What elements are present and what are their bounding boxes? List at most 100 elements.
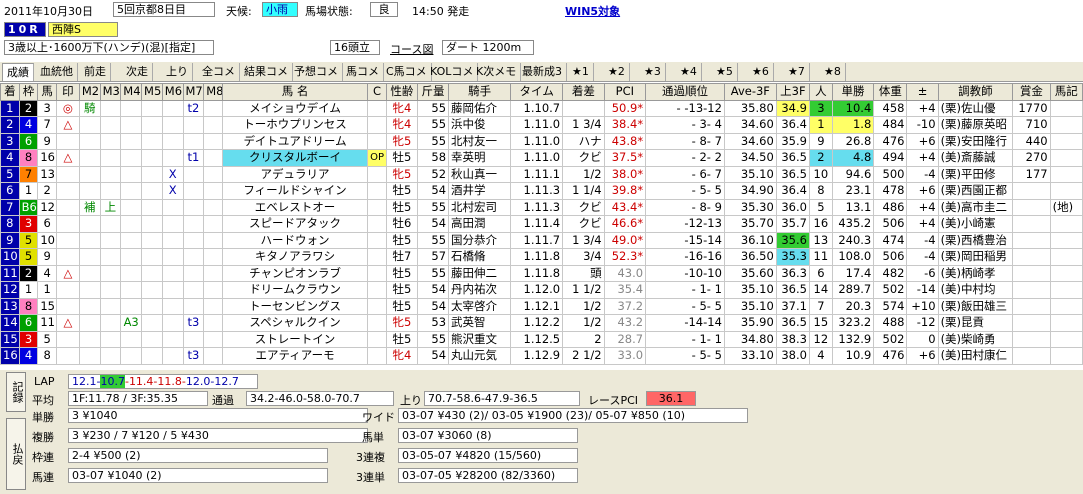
table-row[interactable]: 15 3 5 ストレートイン 牡5 55 熊沢重文 1.12.5 2 28.7- 1- 1 34.8… — [0, 330, 1083, 348]
tab-14[interactable]: ★2 — [604, 63, 630, 81]
col-header-popularity[interactable]: 人 — [808, 83, 833, 101]
table-row[interactable]: 4 8 16 △ t1 クリスタルボーイ OP 牡5 58 幸英明 1.11.0 クビ 37.5* - 2… — [0, 149, 1083, 167]
col-header-mark[interactable]: 印 — [56, 83, 80, 101]
cell-ave3f: 33.10 — [723, 347, 777, 365]
tab-20[interactable]: ★8 — [820, 63, 846, 81]
tab-13[interactable]: ★1 — [568, 63, 594, 81]
cell-time: 1.12.2 — [510, 314, 564, 332]
cell-body-weight: 502 — [873, 281, 908, 299]
cell-ave3f: 35.90 — [723, 314, 777, 332]
cell-horse-no: 5 — [37, 330, 58, 348]
col-header-ave3f[interactable]: Ave-3F — [723, 83, 777, 101]
col-header-jockey[interactable]: 騎手 — [448, 83, 512, 101]
tab-4[interactable]: 上り — [162, 63, 193, 81]
table-row[interactable]: 13 8 15 トーセンビングス 牡5 54 太宰啓介 1.12.1 1/2 37.2- 5- 5… — [0, 297, 1083, 315]
col-header-trainer[interactable]: 調教師 — [937, 83, 1014, 101]
cell-finish: 15 — [0, 330, 20, 348]
table-row[interactable]: 3 6 9 デイトユアドリーム 牝5 55 北村友一 1.11.0 ハナ 43.8* - 8- 73… — [0, 132, 1083, 150]
cell-m5 — [141, 281, 163, 299]
table-row[interactable]: 5 7 13 X アデュラリア 牝5 52 秋山真一 1.11.1 1/2 38.0* - 6- 73… — [0, 165, 1083, 183]
col-header-class[interactable]: C — [367, 83, 387, 101]
table-row[interactable]: 1 2 3 ◎ 騎 t2 メイショウデイム 牝4 55 藤岡佑介 1.10.7 50.9* - -13-… — [0, 99, 1083, 117]
col-header-prize[interactable]: 賞金 — [1012, 83, 1051, 101]
course-field: ダート 1200m — [442, 40, 534, 55]
cell-mark — [56, 297, 80, 315]
col-header-finish[interactable]: 着 — [0, 83, 20, 101]
cell-margin: 2 1/2 — [562, 347, 605, 365]
tab-19[interactable]: ★7 — [784, 63, 810, 81]
record-section-label: 記録 — [6, 372, 26, 412]
table-row[interactable]: 2 4 7 △ トーホウプリンセス 牝4 55 浜中俊 1.11.0 1 3/4 38.4* - 3-… — [0, 116, 1083, 134]
col-header-last3f[interactable]: 上3F — [775, 83, 810, 101]
win5-link[interactable]: WIN5対象 — [565, 3, 620, 19]
col-header-m3[interactable]: M3 — [99, 83, 122, 101]
col-header-m4[interactable]: M4 — [120, 83, 143, 101]
tab-16[interactable]: ★4 — [676, 63, 702, 81]
col-header-margin[interactable]: 着差 — [562, 83, 605, 101]
col-header-body-weight[interactable]: 体重 — [873, 83, 908, 101]
tab-1[interactable]: 血統他 — [36, 63, 78, 81]
tab-2[interactable]: 前走 — [80, 63, 111, 81]
table-row[interactable]: 14 6 11 △ A3 t3 スペシャルクイン 牝5 53 武英智 1.12.2 1/2 43.2 -1… — [0, 314, 1083, 332]
cell-frame: 4 — [18, 347, 39, 365]
cell-m7: t3 — [182, 314, 205, 332]
col-header-m6[interactable]: M6 — [161, 83, 184, 101]
table-row[interactable]: 7 B6 12 補上 エベレストオー 牡5 55 北村宏司 1.11.3 クビ 43.4* - 8- … — [0, 198, 1083, 216]
col-header-time[interactable]: タイム — [510, 83, 564, 101]
table-row[interactable]: 6 1 2 X フィールドシャイン 牡5 54 酒井学 1.11.3 1 1/4 39.8* - 5-… — [0, 182, 1083, 200]
table-row[interactable]: 12 1 1 ドリームクラウン 牡5 54 丹内祐次 1.12.0 1 1/2 35.4- 1- … — [0, 281, 1083, 299]
tab-9[interactable]: C馬コメ — [382, 63, 432, 81]
cell-m7: t1 — [182, 149, 205, 167]
cell-last3f: 36.0 — [775, 198, 810, 216]
cell-body-weight: 502 — [873, 330, 908, 348]
col-header-m7[interactable]: M7 — [182, 83, 205, 101]
table-row[interactable]: 9 5 10 ハードウォン 牡5 55 国分恭介 1.11.7 1 3/4 49.0* -15-14… — [0, 231, 1083, 249]
tab-0[interactable]: 成績 — [2, 63, 34, 81]
col-header-weight-change[interactable]: ± — [906, 83, 939, 101]
cell-margin: クビ — [562, 198, 605, 216]
cell-note — [1049, 297, 1083, 315]
tab-5[interactable]: 全コメ — [198, 63, 240, 81]
cell-odds: 435.2 — [831, 215, 875, 233]
cell-class — [367, 347, 387, 365]
tab-10[interactable]: KOLコメ — [426, 63, 479, 81]
col-header-pci[interactable]: PCI — [603, 83, 647, 101]
cell-prize: 270 — [1012, 149, 1051, 167]
tab-7[interactable]: 予想コメ — [290, 63, 343, 81]
cell-m4 — [120, 330, 143, 348]
col-header-passing[interactable]: 通過順位 — [645, 83, 725, 101]
cell-m7 — [182, 330, 205, 348]
col-header-m5[interactable]: M5 — [141, 83, 163, 101]
col-header-sex-age[interactable]: 性齢 — [385, 83, 418, 101]
cell-margin: 1 3/4 — [562, 116, 605, 134]
tab-17[interactable]: ★5 — [712, 63, 738, 81]
race-number: 10R — [4, 22, 46, 37]
tab-12[interactable]: 最新成3 — [518, 63, 567, 81]
cell-jockey: 国分恭介 — [448, 231, 512, 249]
cell-trainer: (栗)飯田雄三 — [937, 297, 1014, 315]
tab-8[interactable]: 馬コメ — [342, 63, 384, 81]
table-row[interactable]: 11 2 4 △ チャンピオンラブ 牡5 55 藤田伸二 1.11.8 頭 43.0 -10-10 35… — [0, 264, 1083, 282]
course-map-button[interactable]: コース図 — [390, 41, 433, 57]
tab-3[interactable]: 次走 — [122, 63, 153, 81]
col-header-weight-carried[interactable]: 斤量 — [416, 83, 450, 101]
col-header-odds[interactable]: 単勝 — [831, 83, 875, 101]
tab-15[interactable]: ★3 — [640, 63, 666, 81]
cell-odds: 108.0 — [831, 248, 875, 266]
col-header-m2[interactable]: M2 — [78, 83, 101, 101]
trifecta-field: 03-07-05 ¥28200 (82/3360) — [398, 468, 578, 483]
table-row[interactable]: 10 5 9 キタノアラワシ 牡7 57 石橋脩 1.11.8 3/4 52.3* -16-16 36… — [0, 248, 1083, 266]
col-header-horse-name[interactable]: 馬 名 — [221, 83, 369, 101]
tab-6[interactable]: 結果コメ — [240, 63, 293, 81]
tab-11[interactable]: K次メモ — [472, 63, 522, 81]
col-header-frame[interactable]: 枠 — [18, 83, 39, 101]
cell-odds: 4.8 — [831, 149, 875, 167]
table-row[interactable]: 8 3 6 スピードアタック 牡6 54 高田潤 1.11.4 クビ 46.6* -12-13 35.… — [0, 215, 1083, 233]
cell-finish: 16 — [0, 347, 20, 365]
cell-note: (地) — [1049, 198, 1083, 216]
col-header-horse-no[interactable]: 馬 — [37, 83, 58, 101]
col-header-note[interactable]: 馬記 — [1049, 83, 1083, 101]
tab-18[interactable]: ★6 — [748, 63, 774, 81]
table-row[interactable]: 16 4 8 t3 エアティアーモ 牝4 54 丸山元気 1.12.9 2 1/2 33.0- 5-… — [0, 347, 1083, 365]
col-header-m8[interactable]: M8 — [203, 83, 223, 101]
